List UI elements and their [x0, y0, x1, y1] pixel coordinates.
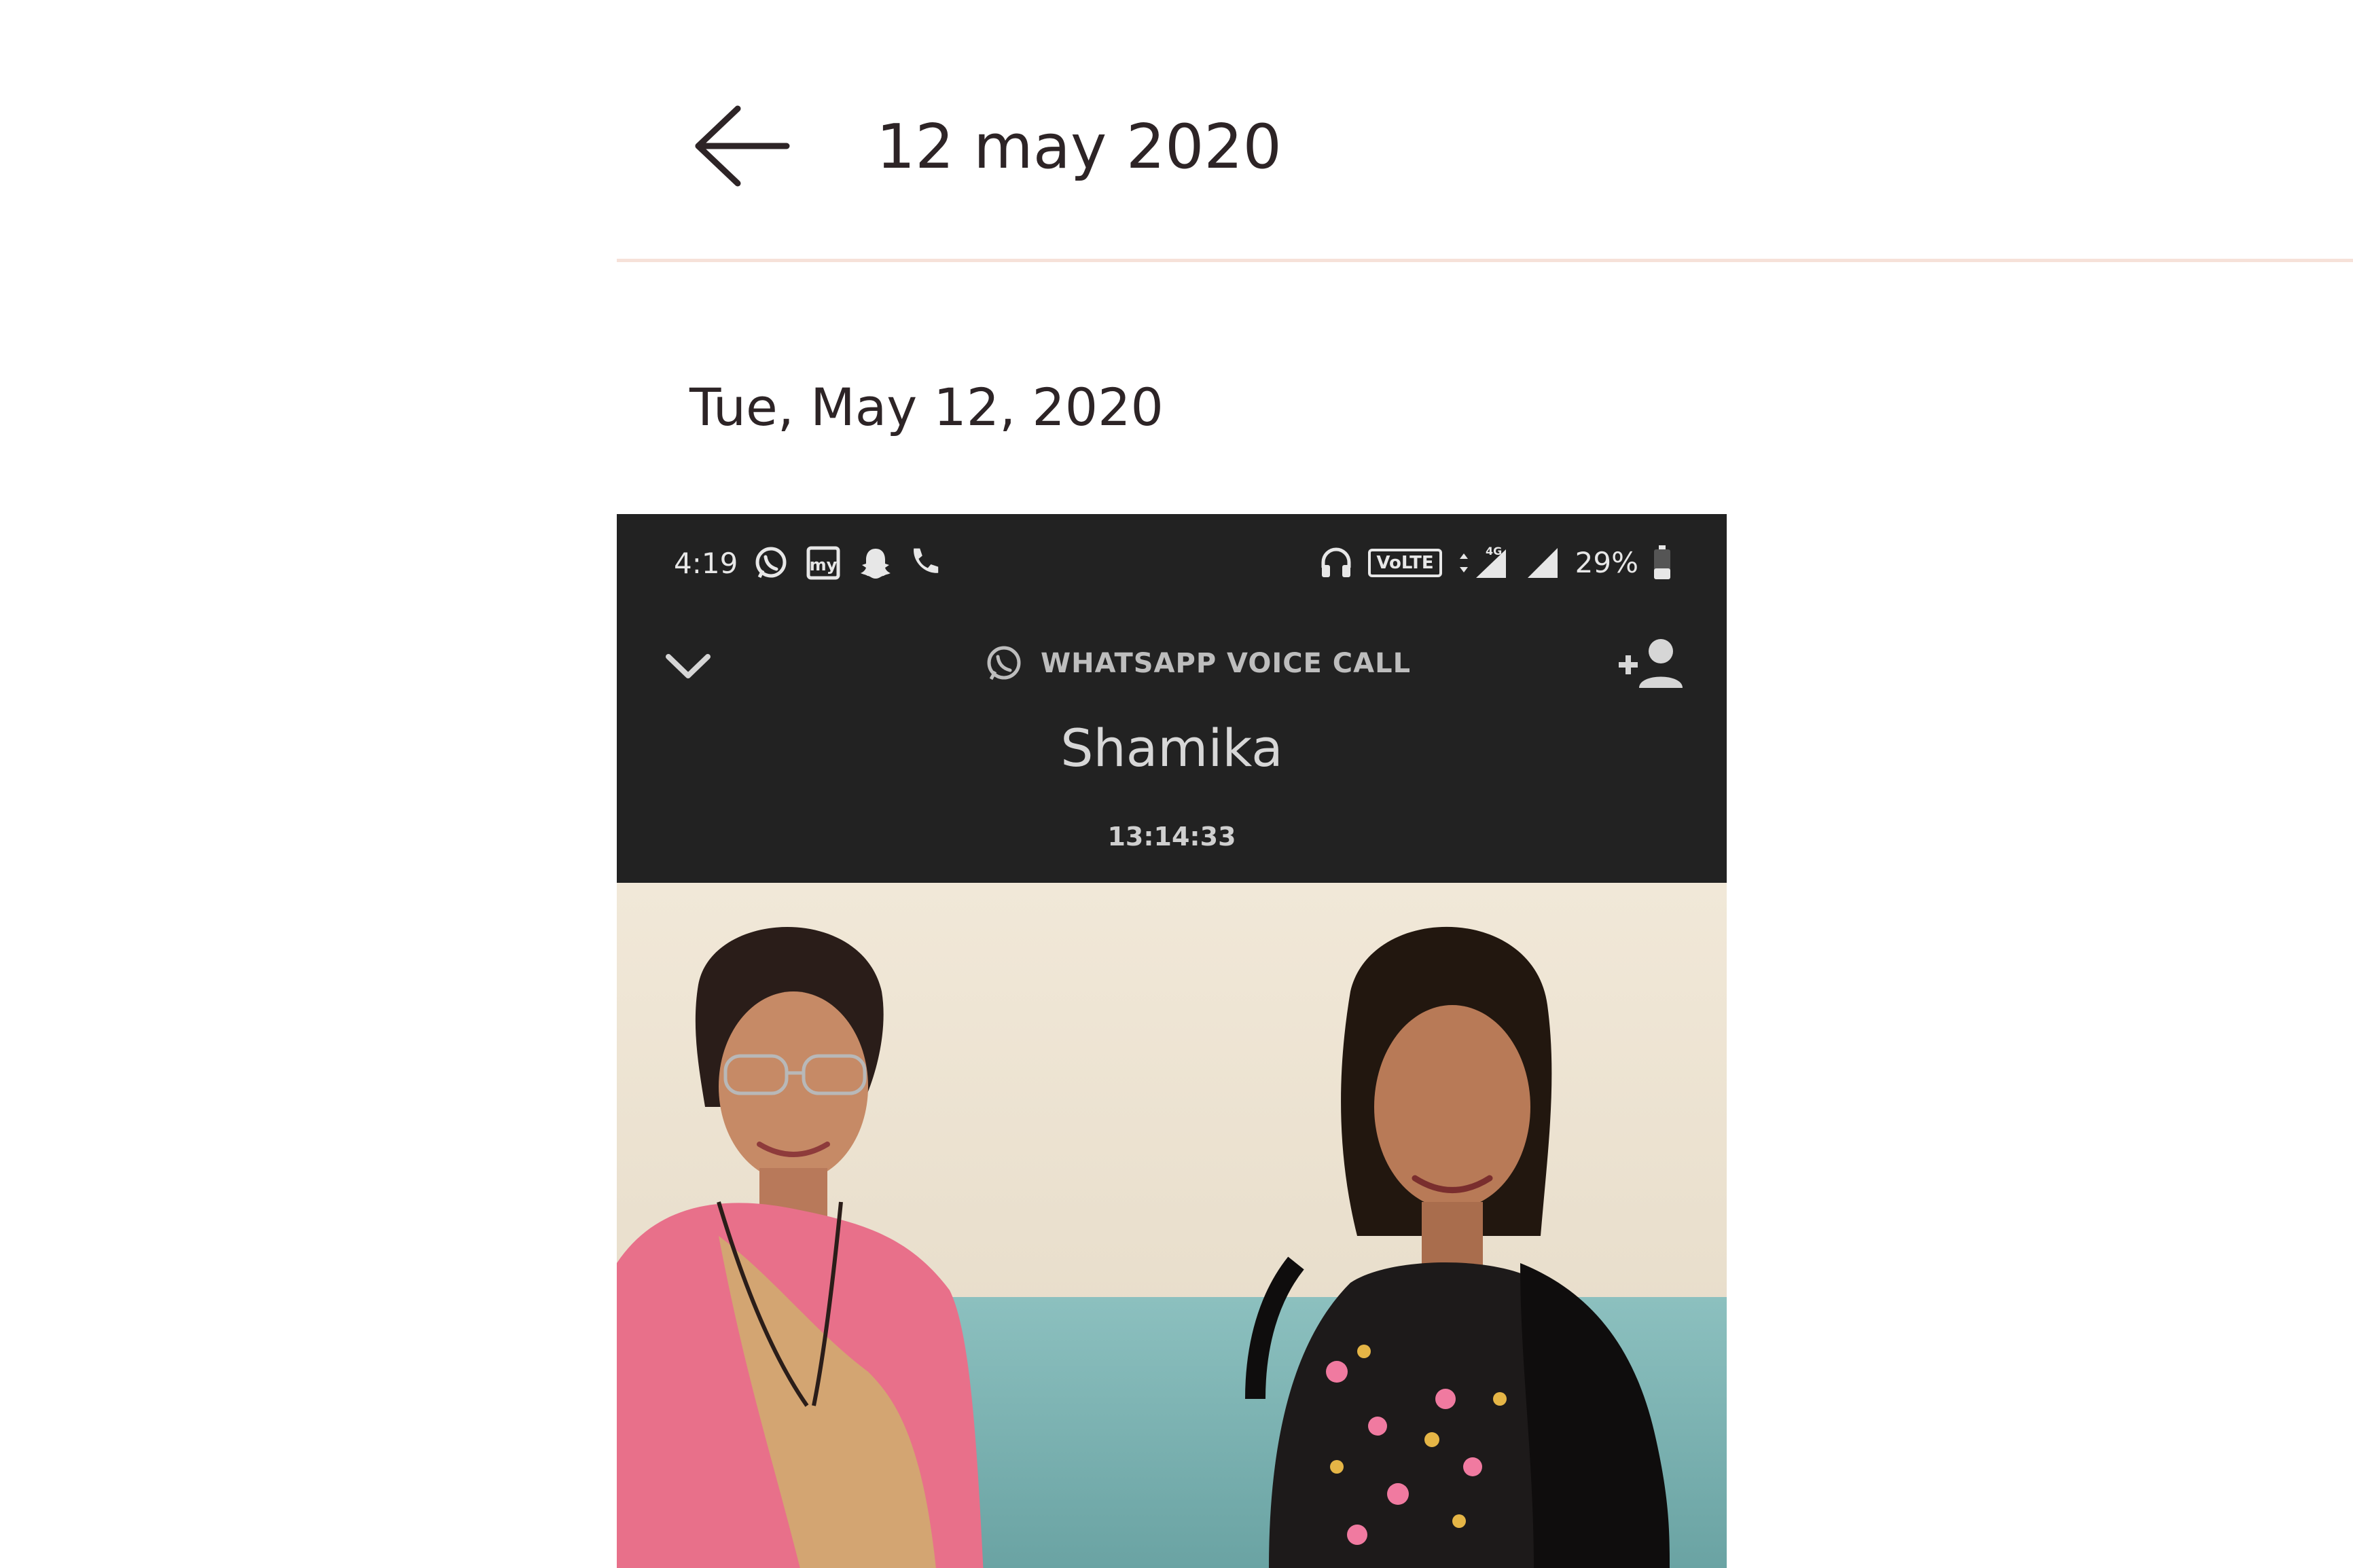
volte-badge: VoLTE — [1368, 549, 1442, 577]
status-time: 4:19 — [674, 547, 738, 580]
headphones-icon — [1321, 547, 1351, 577]
minimize-button[interactable] — [658, 636, 719, 697]
status-right-icons: VoLTE 4G 29% — [1318, 541, 1672, 585]
call-type-label: WHATSAPP VOICE CALL — [984, 636, 1411, 691]
call-header: 4:19 my VoLTE 4G 29% WHATSAPP VOICE CALL… — [617, 514, 1727, 883]
whatsapp-icon — [755, 547, 787, 579]
battery-icon — [1654, 545, 1670, 579]
whatsapp-icon — [987, 646, 1021, 680]
svg-text:4G: 4G — [1486, 545, 1502, 558]
photo-two-women-icon — [617, 883, 1727, 1568]
page-title: 12 may 2020 — [876, 111, 1282, 183]
chevron-down-icon — [666, 654, 711, 678]
phone-icon — [914, 548, 939, 573]
signal-4g-icon: 4G — [1459, 545, 1506, 578]
contact-photo — [617, 883, 1727, 1568]
screenshot-image[interactable]: 4:19 my VoLTE 4G 29% WHATSAPP VOICE CALL… — [617, 514, 1727, 1568]
svg-text:my: my — [810, 555, 838, 575]
signal-icon — [1527, 548, 1558, 578]
status-bar: 4:19 my VoLTE 4G 29% — [617, 534, 1727, 589]
snapchat-icon — [861, 549, 891, 579]
call-bar: WHATSAPP VOICE CALL — [617, 623, 1727, 704]
status-left-icons: my — [753, 541, 943, 585]
contact-name: Shamika — [1060, 718, 1283, 778]
battery-percent: 29% — [1575, 546, 1638, 579]
add-participant-button[interactable] — [1615, 630, 1689, 697]
app-my-icon: my — [806, 546, 840, 580]
back-button[interactable] — [691, 102, 793, 190]
arrow-left-icon — [695, 105, 790, 187]
entry-date: Tue, May 12, 2020 — [689, 377, 1164, 437]
call-type-text: WHATSAPP VOICE CALL — [1041, 648, 1412, 679]
call-duration: 13:14:33 — [1107, 822, 1236, 852]
add-person-icon — [1619, 639, 1683, 688]
